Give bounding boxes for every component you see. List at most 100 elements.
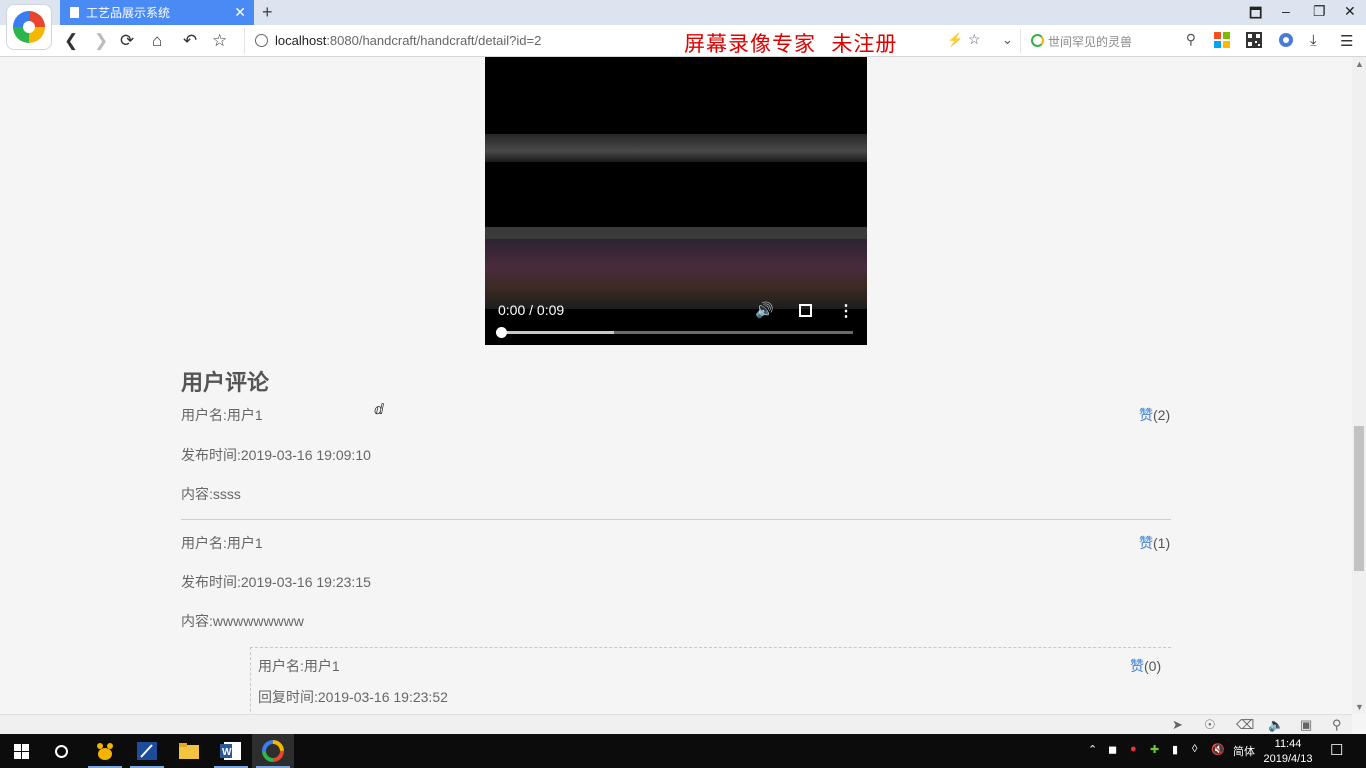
tray-app-icon[interactable]: ● <box>1130 743 1137 755</box>
reply-user: 用户名:用户1 <box>258 658 340 674</box>
restore-button[interactable]: ❐ <box>1313 3 1326 20</box>
taskbar-app-browser[interactable] <box>252 734 294 768</box>
browser-logo[interactable] <box>6 4 52 50</box>
browser-app-icon <box>262 740 284 762</box>
tab-active[interactable]: 工艺品展示系统 ✕ <box>60 0 254 25</box>
taskbar-app-pen[interactable] <box>126 734 168 768</box>
scroll-up-icon[interactable]: ▲ <box>1355 59 1364 69</box>
video-time: 0:00 / 0:09 <box>498 302 565 318</box>
comment-content: 内容:wwwwwwwww <box>181 613 304 629</box>
comment-user: 用户名:用户1 <box>181 535 263 551</box>
page-icon <box>70 7 79 18</box>
fullscreen-icon[interactable] <box>799 304 812 317</box>
system-clock[interactable]: 11:44 2019/4/13 <box>1262 737 1314 767</box>
video-progress-thumb[interactable] <box>496 327 507 338</box>
like-button[interactable]: 赞(2) <box>1139 405 1170 425</box>
like-link[interactable]: 赞 <box>1139 535 1153 551</box>
minimize-button[interactable]: – <box>1282 3 1290 19</box>
pen-app-icon <box>137 742 157 760</box>
like-link[interactable]: 赞 <box>1139 407 1153 423</box>
comment-content: 内容:ssss <box>181 486 241 502</box>
window-icon[interactable]: ▣ <box>1300 717 1312 733</box>
battery-icon[interactable]: ▮ <box>1172 743 1178 756</box>
site-info-icon[interactable] <box>255 34 268 47</box>
search-box[interactable]: 世间罕见的灵兽 ⚲ <box>1020 29 1202 53</box>
page-scrollbar[interactable]: ▲ ▼ <box>1352 57 1366 714</box>
comment-time: 发布时间:2019-03-16 19:23:15 <box>181 574 371 590</box>
network-icon[interactable]: ◊ <box>1192 743 1197 755</box>
paw-icon <box>97 743 113 760</box>
close-window-button[interactable]: ✕ <box>1344 3 1356 20</box>
page-content: 0:00 / 0:09 🔊 ⋮ 用户评论 ⅆ 用户名:用户1 赞(2) 发布时间… <box>0 57 1352 714</box>
search-placeholder: 世间罕见的灵兽 <box>1048 35 1133 49</box>
video-player[interactable]: 0:00 / 0:09 🔊 ⋮ <box>485 57 867 345</box>
video-buffered <box>501 331 614 334</box>
clean-icon[interactable]: ☉ <box>1204 717 1216 733</box>
new-tab-button[interactable]: + <box>262 2 273 23</box>
video-frame-band <box>485 134 867 162</box>
taskbar-app-explorer[interactable] <box>168 734 210 768</box>
cortana-button[interactable] <box>40 734 82 768</box>
clock-time: 11:44 <box>1274 738 1302 750</box>
download-icon[interactable]: ⤓ <box>1310 32 1326 49</box>
favorite-star-icon[interactable]: ☆ <box>212 31 227 51</box>
tab-title: 工艺品展示系统 <box>86 6 171 20</box>
comment-user: 用户名:用户1 <box>181 407 263 423</box>
like-link[interactable]: 赞 <box>1130 658 1144 674</box>
tab-close-icon[interactable]: ✕ <box>234 4 246 21</box>
tray-shield-icon[interactable]: ✚ <box>1150 743 1159 756</box>
video-frame-band <box>485 239 867 309</box>
menu-icon[interactable]: ☰ <box>1340 32 1356 50</box>
trash-icon[interactable]: ⌫ <box>1236 717 1254 733</box>
reply-time: 回复时间:2019-03-16 19:23:52 <box>258 689 448 705</box>
text-cursor-icon: ⅆ <box>374 401 384 417</box>
reload-icon[interactable]: ⟳ <box>120 31 134 51</box>
browser-statusbar: ➤ ☉ ⌫ 🔈 ▣ ⚲ <box>0 714 1352 734</box>
clock-date: 2019/4/13 <box>1263 753 1313 765</box>
volume-icon[interactable]: 🔊 <box>755 301 774 319</box>
svg-text:W: W <box>222 747 232 758</box>
speaker-mute-icon[interactable]: 🔇 <box>1211 743 1225 756</box>
skin-icon[interactable]: 🗖 <box>1249 3 1262 27</box>
scroll-down-icon[interactable]: ▼ <box>1355 702 1364 712</box>
tray-expand-icon[interactable]: ⌃ <box>1088 743 1097 756</box>
accelerate-icon[interactable]: ➤ <box>1172 717 1183 733</box>
scrollbar-thumb[interactable] <box>1354 426 1364 571</box>
like-count: (0) <box>1144 658 1162 674</box>
back-icon[interactable]: ❮ <box>64 31 78 51</box>
bookmark-star-icon[interactable]: ☆ <box>968 31 981 48</box>
taskbar-app-paw[interactable] <box>84 734 126 768</box>
zoom-icon[interactable]: ⚲ <box>1332 717 1342 733</box>
like-count: (2) <box>1153 407 1171 423</box>
windows-icon <box>13 743 29 759</box>
browser-logo-icon <box>13 11 45 43</box>
notification-icon[interactable]: ☐ <box>1330 741 1343 759</box>
cortana-icon <box>54 744 68 758</box>
like-count: (1) <box>1153 535 1171 551</box>
like-button[interactable]: 赞(0) <box>1130 656 1161 676</box>
home-icon[interactable]: ⌂ <box>152 31 162 51</box>
like-button[interactable]: 赞(1) <box>1139 533 1170 553</box>
extension-icon[interactable] <box>1278 32 1294 48</box>
search-engine-icon <box>1031 34 1044 47</box>
comments-title: 用户评论 <box>181 370 270 395</box>
ime-indicator[interactable]: 简体 <box>1233 743 1255 759</box>
search-icon[interactable]: ⚲ <box>1186 31 1196 48</box>
sound-icon[interactable]: 🔈 <box>1268 717 1284 733</box>
comment-divider <box>181 519 1171 520</box>
taskbar-app-word[interactable]: W <box>210 734 252 768</box>
start-button[interactable] <box>0 734 42 768</box>
apps-icon[interactable] <box>1214 32 1230 48</box>
video-frame-band <box>485 227 867 239</box>
taskbar: W ⌃ ◼ ● ✚ ▮ ◊ 🔇 简体 11:44 2019/4/13 ☐ <box>0 734 1366 768</box>
more-options-icon[interactable]: ⋮ <box>838 301 854 321</box>
dropdown-chevron-icon[interactable]: ⌄ <box>1002 32 1013 48</box>
forward-icon[interactable]: ❯ <box>94 31 108 51</box>
word-icon: W <box>220 742 241 760</box>
undo-close-icon[interactable]: ↶ <box>183 31 197 51</box>
video-progress-track[interactable] <box>496 327 853 338</box>
comment-time: 发布时间:2019-03-16 19:09:10 <box>181 447 371 463</box>
tray-camera-icon[interactable]: ◼ <box>1108 743 1117 756</box>
speed-mode-icon[interactable]: ⚡ <box>947 32 963 48</box>
qrcode-icon[interactable] <box>1246 32 1262 48</box>
